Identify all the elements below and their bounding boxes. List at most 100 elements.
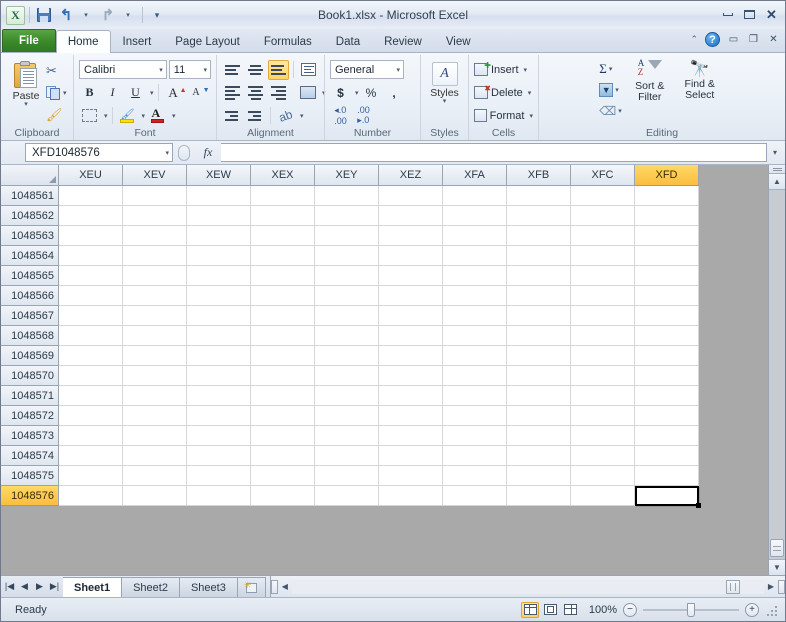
hscroll-left-icon[interactable]: ◀ bbox=[278, 582, 292, 591]
tab-data[interactable]: Data bbox=[324, 30, 372, 52]
delete-cells-button[interactable]: Delete ▾ bbox=[474, 82, 533, 103]
maximize-button[interactable] bbox=[742, 7, 757, 21]
cell-XEV1048571[interactable] bbox=[123, 386, 187, 406]
font-size-combo[interactable]: 11 ▾ bbox=[168, 60, 211, 79]
cell-XFD1048575[interactable] bbox=[635, 466, 699, 486]
clear-button[interactable]: ⌫ ▾ bbox=[599, 101, 621, 121]
bold-button[interactable]: B bbox=[79, 83, 100, 103]
shrink-font-button[interactable]: A ▼ bbox=[186, 83, 209, 103]
zoom-level[interactable]: 100% bbox=[585, 604, 617, 616]
cell-XFA1048576[interactable] bbox=[443, 486, 507, 506]
cell-XEX1048569[interactable] bbox=[251, 346, 315, 366]
cell-XFB1048569[interactable] bbox=[507, 346, 571, 366]
cell-XEV1048567[interactable] bbox=[123, 306, 187, 326]
minimize-button[interactable] bbox=[720, 7, 735, 21]
cell-XEV1048564[interactable] bbox=[123, 246, 187, 266]
sheet-tab-sheet3[interactable]: Sheet3 bbox=[179, 577, 238, 597]
cell-XEX1048570[interactable] bbox=[251, 366, 315, 386]
cell-XEZ1048565[interactable] bbox=[379, 266, 443, 286]
cell-XFC1048575[interactable] bbox=[571, 466, 635, 486]
cell-XEZ1048572[interactable] bbox=[379, 406, 443, 426]
insert-cells-button[interactable]: Insert ▾ bbox=[474, 59, 533, 80]
tab-file[interactable]: File bbox=[2, 29, 56, 52]
cell-XEU1048562[interactable] bbox=[59, 206, 123, 226]
cell-XEW1048570[interactable] bbox=[187, 366, 251, 386]
cell-XFA1048569[interactable] bbox=[443, 346, 507, 366]
cell-XEU1048567[interactable] bbox=[59, 306, 123, 326]
cell-XEU1048569[interactable] bbox=[59, 346, 123, 366]
column-header-xey[interactable]: XEY bbox=[315, 165, 379, 186]
row-header-1048574[interactable]: 1048574 bbox=[1, 446, 59, 466]
cell-XEZ1048566[interactable] bbox=[379, 286, 443, 306]
row-header-1048566[interactable]: 1048566 bbox=[1, 286, 59, 306]
cell-XEX1048563[interactable] bbox=[251, 226, 315, 246]
accounting-format-button[interactable]: $ bbox=[330, 83, 351, 103]
cell-XFB1048564[interactable] bbox=[507, 246, 571, 266]
grow-font-button[interactable]: A ▲ bbox=[163, 83, 186, 103]
cell-XEY1048563[interactable] bbox=[315, 226, 379, 246]
cell-XEV1048562[interactable] bbox=[123, 206, 187, 226]
row-header-1048567[interactable]: 1048567 bbox=[1, 306, 59, 326]
close-button[interactable]: ✕ bbox=[764, 7, 779, 21]
cell-XEW1048562[interactable] bbox=[187, 206, 251, 226]
font-color-dropdown-icon[interactable]: ▾ bbox=[172, 112, 176, 120]
undo-dropdown-icon[interactable]: ▾ bbox=[76, 5, 96, 25]
zoom-slider[interactable] bbox=[643, 602, 739, 617]
row-header-1048568[interactable]: 1048568 bbox=[1, 326, 59, 346]
row-header-1048565[interactable]: 1048565 bbox=[1, 266, 59, 286]
zoom-out-button[interactable]: − bbox=[623, 602, 637, 617]
cell-XEW1048574[interactable] bbox=[187, 446, 251, 466]
cell-XEZ1048563[interactable] bbox=[379, 226, 443, 246]
save-icon[interactable] bbox=[34, 5, 54, 25]
delete-dropdown-icon[interactable]: ▾ bbox=[528, 89, 532, 97]
cell-XFB1048566[interactable] bbox=[507, 286, 571, 306]
name-box[interactable]: XFD1048576 ▾ bbox=[25, 143, 173, 162]
doc-close-icon[interactable]: ✕ bbox=[767, 34, 780, 45]
cell-XEY1048576[interactable] bbox=[315, 486, 379, 506]
cell-XFD1048568[interactable] bbox=[635, 326, 699, 346]
cell-XFA1048570[interactable] bbox=[443, 366, 507, 386]
cell-XEX1048561[interactable] bbox=[251, 186, 315, 206]
cell-XEZ1048573[interactable] bbox=[379, 426, 443, 446]
cell-XFD1048572[interactable] bbox=[635, 406, 699, 426]
redo-icon[interactable]: ↱ bbox=[98, 5, 118, 25]
column-header-xfc[interactable]: XFC bbox=[571, 165, 635, 186]
cell-XEW1048571[interactable] bbox=[187, 386, 251, 406]
cell-XEW1048566[interactable] bbox=[187, 286, 251, 306]
cell-XEV1048575[interactable] bbox=[123, 466, 187, 486]
cell-XEY1048562[interactable] bbox=[315, 206, 379, 226]
cell-XEW1048564[interactable] bbox=[187, 246, 251, 266]
row-header-1048571[interactable]: 1048571 bbox=[1, 386, 59, 406]
cell-XFB1048562[interactable] bbox=[507, 206, 571, 226]
styles-dropdown-icon[interactable]: ▾ bbox=[443, 98, 447, 105]
cell-XEV1048561[interactable] bbox=[123, 186, 187, 206]
cell-XFB1048568[interactable] bbox=[507, 326, 571, 346]
cell-XFA1048571[interactable] bbox=[443, 386, 507, 406]
cell-XEX1048574[interactable] bbox=[251, 446, 315, 466]
name-box-chevron-down-icon[interactable]: ▾ bbox=[165, 149, 169, 157]
cell-XFD1048571[interactable] bbox=[635, 386, 699, 406]
cell-XFC1048573[interactable] bbox=[571, 426, 635, 446]
row-header-1048573[interactable]: 1048573 bbox=[1, 426, 59, 446]
hscroll-right-icon[interactable]: ▶ bbox=[764, 582, 778, 591]
format-dropdown-icon[interactable]: ▾ bbox=[529, 112, 533, 120]
decrease-decimal-button[interactable]: .00 ▸.0 bbox=[353, 105, 374, 126]
cell-XEX1048566[interactable] bbox=[251, 286, 315, 306]
cell-XEY1048572[interactable] bbox=[315, 406, 379, 426]
hscroll-right-edge[interactable] bbox=[778, 579, 785, 594]
cell-XFC1048571[interactable] bbox=[571, 386, 635, 406]
cell-XEZ1048568[interactable] bbox=[379, 326, 443, 346]
zoom-slider-thumb[interactable] bbox=[687, 602, 695, 617]
insert-worksheet-button[interactable]: ✳ bbox=[237, 577, 266, 597]
horizontal-scroll-track[interactable] bbox=[291, 579, 764, 594]
cell-XEY1048564[interactable] bbox=[315, 246, 379, 266]
tab-formulas[interactable]: Formulas bbox=[252, 30, 324, 52]
merge-center-button[interactable] bbox=[297, 83, 318, 103]
cell-XEU1048576[interactable] bbox=[59, 486, 123, 506]
align-left-button[interactable] bbox=[222, 83, 243, 103]
row-header-1048569[interactable]: 1048569 bbox=[1, 346, 59, 366]
cell-XFD1048566[interactable] bbox=[635, 286, 699, 306]
doc-minimize-icon[interactable]: ▭ bbox=[727, 34, 740, 45]
page-layout-view-button[interactable] bbox=[541, 602, 559, 618]
autosum-button[interactable]: Σ ▾ bbox=[599, 59, 621, 79]
